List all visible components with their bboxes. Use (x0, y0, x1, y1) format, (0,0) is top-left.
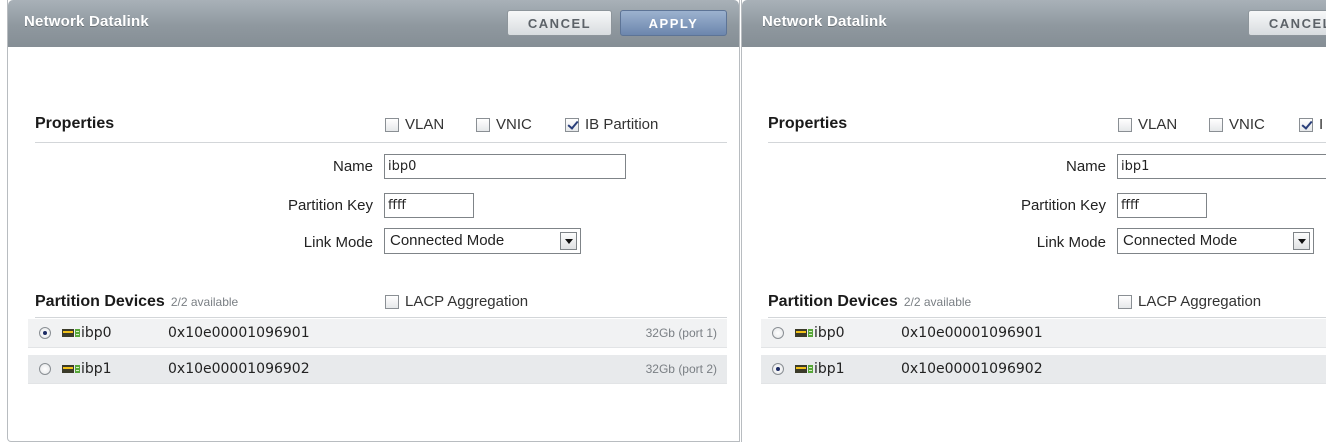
device-guid: 0x10e00001096902 (901, 361, 1043, 377)
dialog-titlebar: Network Datalink CANCEL APPLY (8, 0, 739, 47)
cancel-button[interactable]: CANCEL (1248, 10, 1326, 36)
network-device-icon (62, 365, 80, 373)
ib-partition-checkbox[interactable]: IB Partition (565, 116, 658, 133)
link-mode-value: Connected Mode (390, 232, 505, 249)
device-row-ibp1[interactable]: ibp1 0x10e00001096902 (761, 355, 1326, 384)
ib-partition-checkbox-box[interactable] (565, 117, 579, 132)
properties-divider (768, 142, 1326, 143)
device-radio[interactable] (39, 363, 51, 375)
link-mode-select[interactable]: Connected Mode (384, 228, 581, 254)
link-mode-value: Connected Mode (1123, 232, 1238, 249)
lacp-checkbox-box[interactable] (385, 294, 399, 309)
lacp-checkbox-label: LACP Aggregation (405, 293, 529, 310)
device-name: ibp1 (814, 361, 845, 377)
ib-partition-checkbox-box[interactable] (1299, 117, 1313, 132)
chevron-down-icon[interactable] (560, 232, 577, 250)
vnic-checkbox-label: VNIC (1229, 116, 1265, 133)
dialog-title: Network Datalink (24, 13, 149, 30)
device-guid: 0x10e00001096901 (901, 325, 1043, 341)
name-field[interactable]: ibp1 (1117, 154, 1326, 179)
dialog-titlebar: Network Datalink CANCEL (742, 0, 1326, 47)
vlan-checkbox-box[interactable] (1118, 117, 1132, 132)
partition-key-label: Partition Key (1020, 197, 1106, 214)
name-label: Name (332, 158, 373, 175)
device-guid: 0x10e00001096901 (168, 325, 310, 341)
lacp-aggregation-checkbox[interactable]: LACP Aggregation (385, 293, 528, 310)
properties-divider (35, 142, 727, 143)
lacp-checkbox-box[interactable] (1118, 294, 1132, 309)
partition-key-field[interactable]: ffff (384, 193, 474, 218)
device-speed: 32Gb (port 1) (645, 326, 717, 340)
lacp-aggregation-checkbox[interactable]: LACP Aggregation (1118, 293, 1261, 310)
name-label: Name (1065, 158, 1106, 175)
ib-partition-checkbox-label: IB Partition (585, 116, 659, 133)
vlan-checkbox[interactable]: VLAN (1118, 116, 1177, 133)
device-radio[interactable] (39, 327, 51, 339)
vnic-checkbox[interactable]: VNIC (1209, 116, 1265, 133)
devices-divider (768, 317, 1326, 318)
device-name: ibp1 (81, 361, 112, 377)
chevron-down-icon[interactable] (1293, 232, 1310, 250)
vlan-checkbox-label: VLAN (1138, 116, 1178, 133)
cancel-button[interactable]: CANCEL (507, 10, 612, 36)
device-radio[interactable] (772, 327, 784, 339)
link-mode-label: Link Mode (303, 234, 373, 251)
partition-devices-heading: Partition Devices 2/2 available (35, 293, 238, 311)
link-mode-select[interactable]: Connected Mode (1117, 228, 1314, 254)
vlan-checkbox-label: VLAN (405, 116, 445, 133)
lacp-checkbox-label: LACP Aggregation (1138, 293, 1262, 310)
network-datalink-dialog-2: Network Datalink CANCEL Properties VLAN … (741, 0, 1326, 442)
link-mode-label: Link Mode (1036, 234, 1106, 251)
partition-key-field[interactable]: ffff (1117, 193, 1207, 218)
device-radio[interactable] (772, 363, 784, 375)
device-row-ibp1[interactable]: ibp1 0x10e00001096902 32Gb (port 2) (28, 355, 727, 384)
vlan-checkbox[interactable]: VLAN (385, 116, 444, 133)
properties-heading: Properties (35, 115, 115, 132)
partition-devices-available: 2/2 available (170, 295, 239, 309)
network-device-icon (62, 329, 80, 337)
vnic-checkbox-box[interactable] (1209, 117, 1223, 132)
vnic-checkbox-box[interactable] (476, 117, 490, 132)
name-field[interactable]: ibp0 (384, 154, 626, 179)
ib-partition-checkbox[interactable]: I (1299, 116, 1323, 133)
partition-devices-available: 2/2 available (903, 295, 972, 309)
device-name: ibp0 (81, 325, 112, 341)
network-datalink-dialog: Network Datalink CANCEL APPLY Properties… (7, 0, 740, 442)
partition-key-label: Partition Key (287, 197, 373, 214)
devices-divider (35, 317, 727, 318)
network-device-icon (795, 365, 813, 373)
vlan-checkbox-box[interactable] (385, 117, 399, 132)
vnic-checkbox-label: VNIC (496, 116, 532, 133)
device-guid: 0x10e00001096902 (168, 361, 310, 377)
ib-partition-checkbox-label: I (1319, 116, 1324, 133)
device-row-ibp0[interactable]: ibp0 0x10e00001096901 32Gb (port 1) (28, 319, 727, 348)
vnic-checkbox[interactable]: VNIC (476, 116, 532, 133)
partition-devices-heading: Partition Devices 2/2 available (768, 293, 971, 311)
network-device-icon (795, 329, 813, 337)
dialog-title: Network Datalink (762, 13, 887, 30)
device-name: ibp0 (814, 325, 845, 341)
properties-heading: Properties (768, 115, 848, 132)
device-speed: 32Gb (port 2) (645, 362, 717, 376)
partition-devices-title: Partition Devices (768, 293, 898, 310)
partition-devices-title: Partition Devices (35, 293, 165, 310)
apply-button[interactable]: APPLY (620, 10, 727, 36)
device-row-ibp0[interactable]: ibp0 0x10e00001096901 (761, 319, 1326, 348)
